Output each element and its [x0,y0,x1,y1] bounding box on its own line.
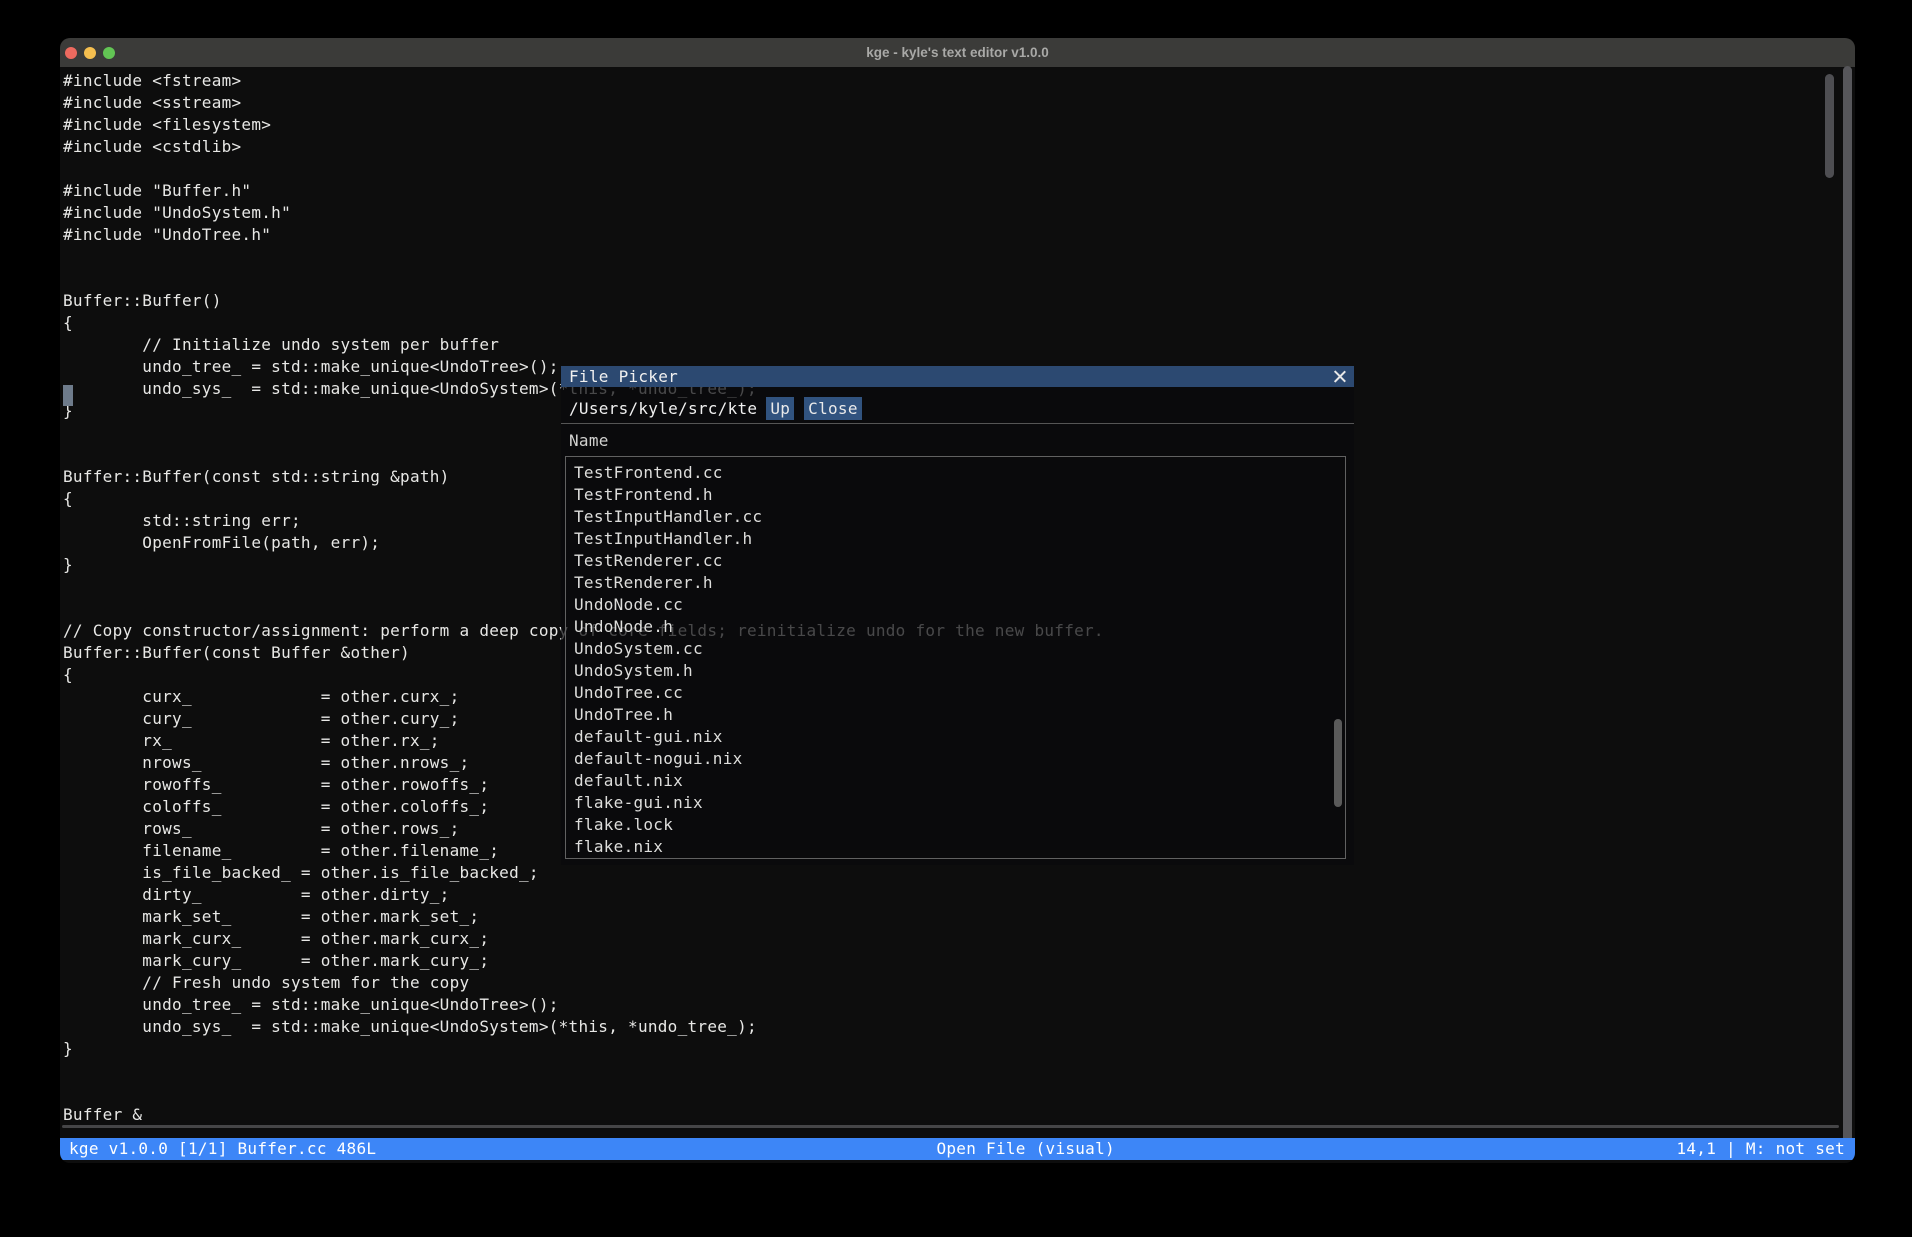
file-item[interactable]: UndoSystem.cc [566,638,1345,660]
file-picker-dialog: File Picker /Users/kyle/src/kte Up Close… [561,366,1354,865]
file-item[interactable]: UndoSystem.h [566,660,1345,682]
column-header-name: Name [561,424,1354,456]
path-row: /Users/kyle/src/kte Up Close [561,397,1354,420]
traffic-lights [65,38,115,67]
file-item[interactable]: default-gui.nix [566,726,1345,748]
file-picker-title: File Picker [569,367,678,386]
file-item[interactable]: TestFrontend.cc [566,462,1345,484]
file-item[interactable]: UndoNode.h [566,616,1345,638]
file-item[interactable]: UndoTree.cc [566,682,1345,704]
dialog-close-button[interactable]: Close [804,397,862,420]
vertical-scrollbar-track[interactable] [1843,66,1852,1157]
close-icon[interactable] [1332,369,1347,384]
file-list: TestFrontend.ccTestFrontend.hTestInputHa… [565,456,1346,859]
horizontal-scrollbar[interactable] [62,1125,1839,1128]
desktop-background: kge - kyle's text editor v1.0.0 #include… [0,0,1912,1237]
file-item[interactable]: TestRenderer.cc [566,550,1345,572]
file-item[interactable]: default.nix [566,770,1345,792]
file-picker-titlebar[interactable]: File Picker [561,366,1354,387]
file-item[interactable]: default-nogui.nix [566,748,1345,770]
file-item[interactable]: flake-gui.nix [566,792,1345,814]
file-item[interactable]: TestInputHandler.cc [566,506,1345,528]
file-item[interactable]: TestInputHandler.h [566,528,1345,550]
status-cursor-position: 14,1 | M: not set [1676,1138,1845,1160]
file-item[interactable]: flake.nix [566,836,1345,858]
editor-scroll-thumb[interactable] [1825,74,1834,178]
file-item[interactable]: TestRenderer.h [566,572,1345,594]
file-item[interactable]: TestFrontend.h [566,484,1345,506]
status-bar: kge v1.0.0 [1/1] Buffer.cc 486L Open Fil… [60,1138,1855,1160]
minimize-window-button[interactable] [84,47,96,59]
file-item[interactable]: flake.lock [566,814,1345,836]
file-item[interactable]: UndoNode.cc [566,594,1345,616]
status-left: kge v1.0.0 [1/1] Buffer.cc 486L [69,1138,376,1160]
window-title: kge - kyle's text editor v1.0.0 [60,45,1855,60]
file-item[interactable]: UndoTree.h [566,704,1345,726]
editor-window: kge - kyle's text editor v1.0.0 #include… [60,38,1855,1163]
close-window-button[interactable] [65,47,77,59]
status-mode: Open File (visual) [936,1138,1114,1160]
up-button[interactable]: Up [766,397,794,420]
window-titlebar[interactable]: kge - kyle's text editor v1.0.0 [60,38,1855,67]
current-path: /Users/kyle/src/kte [569,399,757,418]
file-list-scroll-thumb[interactable] [1334,719,1342,807]
text-cursor [63,385,73,406]
zoom-window-button[interactable] [103,47,115,59]
